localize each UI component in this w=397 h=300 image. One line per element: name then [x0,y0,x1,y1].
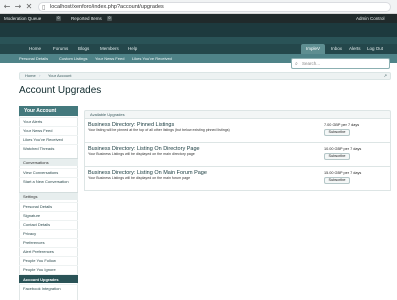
account-sidebar: Your Account Your Alerts Your News Feed … [19,106,78,300]
subnav-likes-received[interactable]: Likes You've Received [132,54,172,63]
breadcrumb-jump-icon[interactable]: ↗ [384,73,387,79]
breadcrumb: Home › Your Account ↗ [19,72,391,80]
sidebar-group-conversations: Conversations [19,158,78,166]
breadcrumb-home[interactable]: Home [25,73,36,79]
subscribe-button[interactable]: Subscribe [324,177,350,184]
tab-logout[interactable]: Log Out [362,44,388,54]
upgrade-cost: 15.00 GBP per 7 days [324,171,362,175]
moderation-queue-link[interactable]: Moderation Queue [4,15,41,22]
reported-items-count: 0 [107,16,112,21]
address-bar[interactable]: ▯ localhost/xenforo/index.php?account/up… [38,2,391,12]
sidebar-item-signature[interactable]: Signature [19,211,78,219]
sidebar-item-watched-threads[interactable]: Watched Threads [19,144,78,152]
header-stripe [0,37,397,44]
breadcrumb-separator: › [39,73,41,78]
upgrade-cost: 10.00 GBP per 7 days [324,147,362,151]
sidebar-item-preferences[interactable]: Preferences [19,238,78,246]
page-icon: ▯ [42,4,46,11]
sidebar-item-account-upgrades[interactable]: Account Upgrades [19,274,78,283]
search-placeholder: Search... [302,61,321,66]
page-title: Account Upgrades [19,85,102,96]
upgrade-item: Business Directory: Listing On Main Foru… [84,167,391,191]
upgrades-panel: Available Upgrades Business Directory: P… [84,110,391,300]
subnav-personal-details[interactable]: Personal Details [19,54,48,63]
tab-blogs[interactable]: Blogs [73,44,94,54]
sidebar-item-your-alerts[interactable]: Your Alerts [19,117,78,125]
sidebar-item-personal-details[interactable]: Personal Details [19,202,78,210]
main-nav: Home Forums Blogs Members Help ImpleV In… [0,44,397,54]
arrow-right-icon[interactable]: → [13,2,23,12]
sidebar-item-likes-received[interactable]: Likes You've Received [19,135,78,143]
sidebar-group-settings: Settings [19,192,78,200]
sidebar-item-start-conversation[interactable]: Start a New Conversation [19,177,78,185]
search-input[interactable]: ⌕ Search... [291,58,390,69]
arrow-left-icon[interactable]: ← [2,2,12,12]
sidebar-item-privacy[interactable]: Privacy [19,229,78,237]
browser-toolbar: ← → ✕ ▯ localhost/xenforo/index.php?acco… [0,0,397,14]
subnav-custom-listings[interactable]: Custom Listings [59,54,87,63]
moderator-bar: Moderation Queue 0 Reported Items 0 Admi… [0,14,397,28]
upgrade-item: Business Directory: Listing On Directory… [84,143,391,167]
upgrade-item: Business Directory: Pinned Listings Your… [84,119,391,143]
tab-user[interactable]: ImpleV [301,44,326,54]
upgrade-description: Your listing will be pinned at the top o… [88,128,230,132]
sidebar-item-alert-preferences[interactable]: Alert Preferences [19,247,78,255]
upgrade-description: Your Business Listings will be displayed… [88,152,195,156]
tab-home[interactable]: Home [24,44,46,54]
sidebar-item-people-you-ignore[interactable]: People You Ignore [19,265,78,273]
upgrade-cost: 7.00 GBP per 7 days [324,123,360,127]
sidebar-item-facebook-integration[interactable]: Facebook Integration [19,284,78,292]
sidebar-item-people-you-follow[interactable]: People You Follow [19,256,78,264]
tab-help[interactable]: Help [123,44,142,54]
tab-forums[interactable]: Forums [48,44,73,54]
subscribe-button[interactable]: Subscribe [324,129,350,136]
tab-members[interactable]: Members [95,44,124,54]
subscribe-button[interactable]: Subscribe [324,153,350,160]
sidebar-item-news-feed[interactable]: Your News Feed [19,126,78,134]
reported-items-link[interactable]: Reported Items [71,15,102,22]
close-icon[interactable]: ✕ [24,2,34,12]
url-text[interactable]: localhost/xenforo/index.php?account/upgr… [50,4,164,11]
moderation-queue-count: 0 [56,16,61,21]
sidebar-header-your-account[interactable]: Your Account [19,106,78,116]
sidebar-item-view-conversations[interactable]: View Conversations [19,168,78,176]
sidebar-item-contact-details[interactable]: Contact Details [19,220,78,228]
upgrade-description: Your Business Listings will be displayed… [88,176,191,180]
breadcrumb-your-account[interactable]: Your Account [48,73,71,79]
search-icon: ⌕ [295,61,298,67]
available-upgrades-heading: Available Upgrades [84,110,391,119]
subnav-news-feed[interactable]: Your News Feed [95,54,124,63]
